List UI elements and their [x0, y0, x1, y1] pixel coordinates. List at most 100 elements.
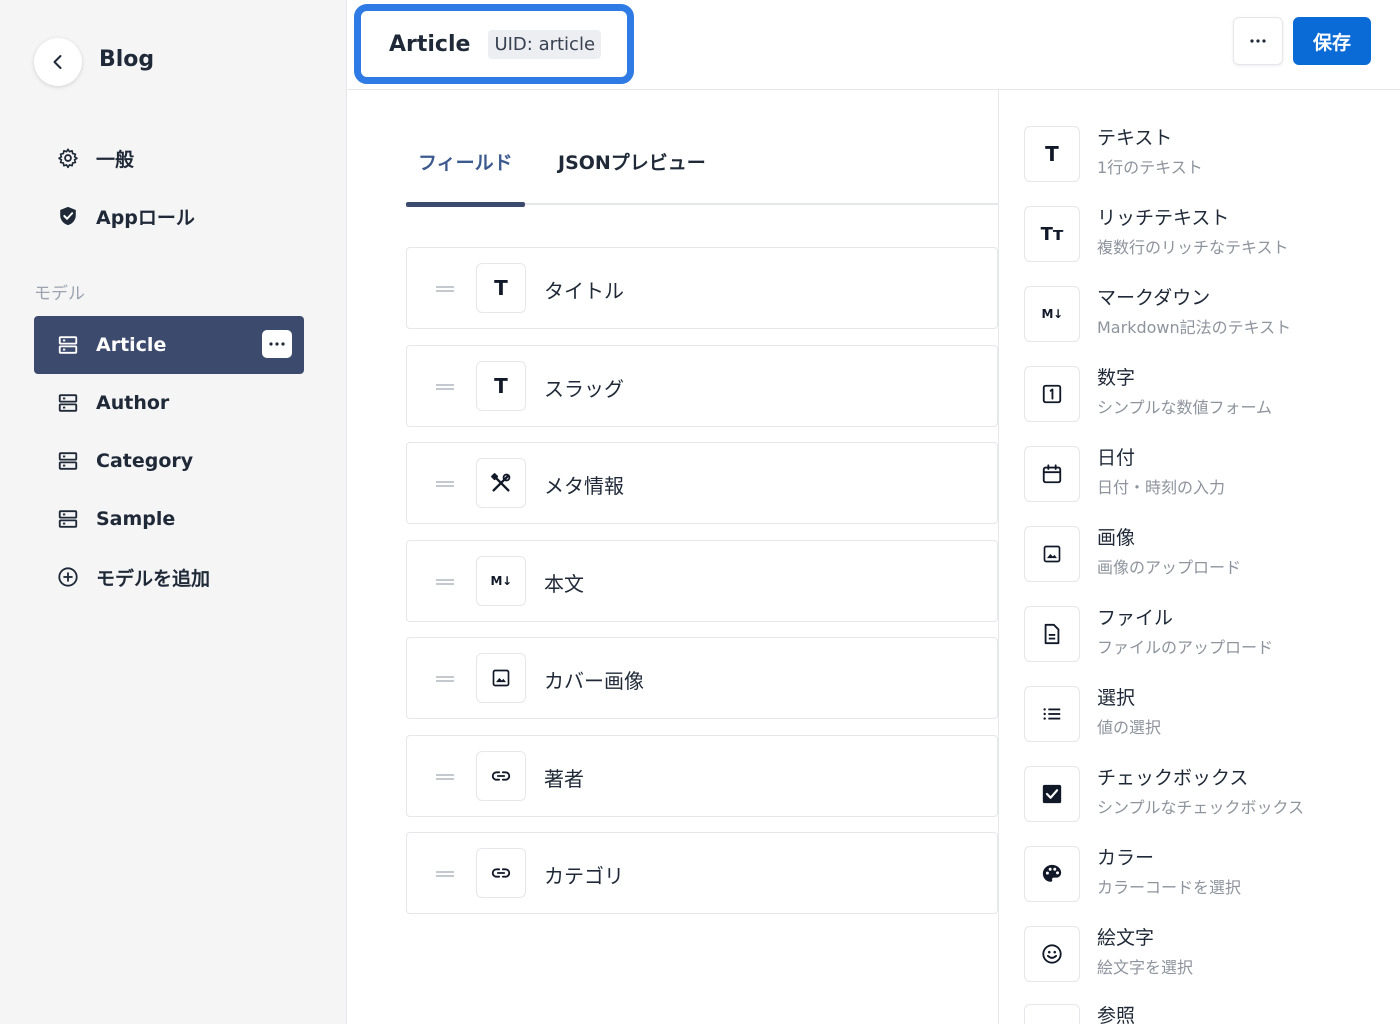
drag-handle[interactable] — [436, 774, 454, 780]
page-title: Article — [389, 31, 471, 57]
sidebar-item-app-roles[interactable]: Appロール — [34, 187, 304, 245]
field-type-desc: 画像のアップロード — [1097, 558, 1242, 577]
sidebar-item-author[interactable]: Author — [34, 374, 304, 432]
link-icon — [476, 751, 526, 801]
field-icon-glyph: M↓ — [490, 574, 513, 588]
field-type-desc: 値の選択 — [1097, 718, 1162, 737]
field-tabs: フィールド JSONプレビュー — [406, 130, 998, 207]
field-type-name: 数字 — [1097, 367, 1136, 389]
drag-handle[interactable] — [436, 579, 454, 585]
field-type-checkbox[interactable]: チェックボックス シンプルなチェックボックス — [1024, 766, 1394, 826]
field-type-desc: ファイルのアップロード — [1097, 638, 1274, 657]
field-type-panel: T テキスト 1行のテキスト Tт リッチテキスト 複数行のリッチなテキスト M… — [998, 90, 1400, 1024]
sidebar-item-label: Author — [96, 392, 170, 414]
field-type-desc: 日付・時刻の入力 — [1097, 478, 1226, 497]
field-type-desc: シンプルな数値フォーム — [1097, 398, 1273, 417]
field-label: タイトル — [544, 279, 624, 303]
smile-icon — [1024, 926, 1080, 982]
drag-handle[interactable] — [436, 871, 454, 877]
app-name: Blog — [99, 47, 155, 72]
markdown-icon: M↓ — [1024, 286, 1080, 342]
text-icon: T — [476, 263, 526, 313]
field-type-number[interactable]: 数字 シンプルな数値フォーム — [1024, 366, 1394, 426]
type-icon-glyph: T — [1045, 142, 1059, 166]
model-title-box[interactable]: Article UID: article — [354, 4, 634, 84]
field-label: スラッグ — [544, 377, 624, 401]
field-label: カバー画像 — [544, 669, 644, 693]
field-type-markdown[interactable]: M↓ マークダウン Markdown記法のテキスト — [1024, 286, 1394, 346]
field-icon-glyph: T — [494, 276, 508, 300]
field-type-name: ファイル — [1097, 607, 1174, 629]
models-section-label: モデル — [34, 284, 85, 304]
field-label: 著者 — [544, 767, 584, 791]
sidebar-item-label: Sample — [96, 508, 176, 530]
field-type-reference[interactable]: 参照 — [1024, 1004, 1394, 1024]
database-icon — [56, 507, 80, 531]
number-icon — [1024, 366, 1080, 422]
ellipsis-icon — [269, 342, 285, 346]
field-icon-glyph: T — [494, 374, 508, 398]
tab-json-preview[interactable]: JSONプレビュー — [546, 148, 718, 204]
field-row-slug[interactable]: T スラッグ — [406, 345, 998, 427]
tools-icon — [476, 458, 526, 508]
model-more-button[interactable] — [262, 330, 292, 358]
more-options-button[interactable] — [1233, 17, 1283, 65]
field-type-name: 絵文字 — [1097, 927, 1155, 949]
sidebar-item-general[interactable]: 一般 — [34, 129, 304, 187]
uid-badge: UID: article — [488, 29, 602, 59]
sidebar-item-label: Category — [96, 450, 194, 472]
field-type-name: 日付 — [1097, 447, 1136, 469]
type-icon-glyph: M↓ — [1041, 307, 1064, 321]
rich-text-icon: Tт — [1024, 206, 1080, 262]
sidebar: Blog 一般 Appロール モデル Article Author Catego… — [0, 0, 347, 1024]
field-row-meta[interactable]: メタ情報 — [406, 442, 998, 524]
sidebar-item-label: 一般 — [96, 148, 135, 171]
field-type-desc: カラーコードを選択 — [1097, 878, 1242, 897]
sidebar-item-label: Article — [96, 334, 167, 356]
field-type-name: マークダウン — [1097, 287, 1211, 309]
add-model-label: モデルを追加 — [96, 567, 211, 590]
field-label: 本文 — [544, 572, 584, 596]
database-icon — [56, 449, 80, 473]
field-type-name: 選択 — [1097, 687, 1136, 709]
field-row-category[interactable]: カテゴリ — [406, 832, 998, 914]
field-type-desc: Markdown記法のテキスト — [1097, 318, 1292, 337]
drag-handle[interactable] — [436, 286, 454, 292]
field-type-color[interactable]: カラー カラーコードを選択 — [1024, 846, 1394, 906]
save-button[interactable]: 保存 — [1293, 17, 1371, 65]
field-type-desc: 1行のテキスト — [1097, 158, 1203, 177]
field-type-emoji[interactable]: 絵文字 絵文字を選択 — [1024, 926, 1394, 986]
back-button[interactable] — [34, 38, 82, 86]
drag-handle[interactable] — [436, 384, 454, 390]
field-type-name: 画像 — [1097, 527, 1136, 549]
sidebar-item-category[interactable]: Category — [34, 432, 304, 490]
field-type-text[interactable]: T テキスト 1行のテキスト — [1024, 126, 1394, 186]
field-type-file[interactable]: ファイル ファイルのアップロード — [1024, 606, 1394, 666]
list-icon — [1024, 686, 1080, 742]
field-row-cover-image[interactable]: カバー画像 — [406, 637, 998, 719]
gear-icon — [56, 146, 80, 170]
field-type-image[interactable]: 画像 画像のアップロード — [1024, 526, 1394, 586]
tab-fields[interactable]: フィールド — [406, 148, 525, 207]
field-row-author[interactable]: 著者 — [406, 735, 998, 817]
sidebar-item-article[interactable]: Article — [34, 316, 304, 374]
field-type-date[interactable]: 日付 日付・時刻の入力 — [1024, 446, 1394, 506]
text-icon: T — [476, 361, 526, 411]
field-type-name: リッチテキスト — [1097, 207, 1230, 229]
add-model-button[interactable]: モデルを追加 — [34, 548, 304, 606]
sidebar-item-sample[interactable]: Sample — [34, 490, 304, 548]
drag-handle[interactable] — [436, 676, 454, 682]
markdown-icon: M↓ — [476, 556, 526, 606]
shield-check-icon — [56, 204, 80, 228]
checkbox-icon — [1024, 766, 1080, 822]
image-icon — [476, 653, 526, 703]
field-type-select[interactable]: 選択 値の選択 — [1024, 686, 1394, 746]
file-icon — [1024, 606, 1080, 662]
field-type-name: カラー — [1097, 847, 1155, 869]
field-type-desc: 複数行のリッチなテキスト — [1097, 238, 1289, 257]
field-row-title[interactable]: T タイトル — [406, 247, 998, 329]
field-type-rich-text[interactable]: Tт リッチテキスト 複数行のリッチなテキスト — [1024, 206, 1394, 266]
field-label: カテゴリ — [544, 864, 624, 888]
field-row-body[interactable]: M↓ 本文 — [406, 540, 998, 622]
drag-handle[interactable] — [436, 481, 454, 487]
